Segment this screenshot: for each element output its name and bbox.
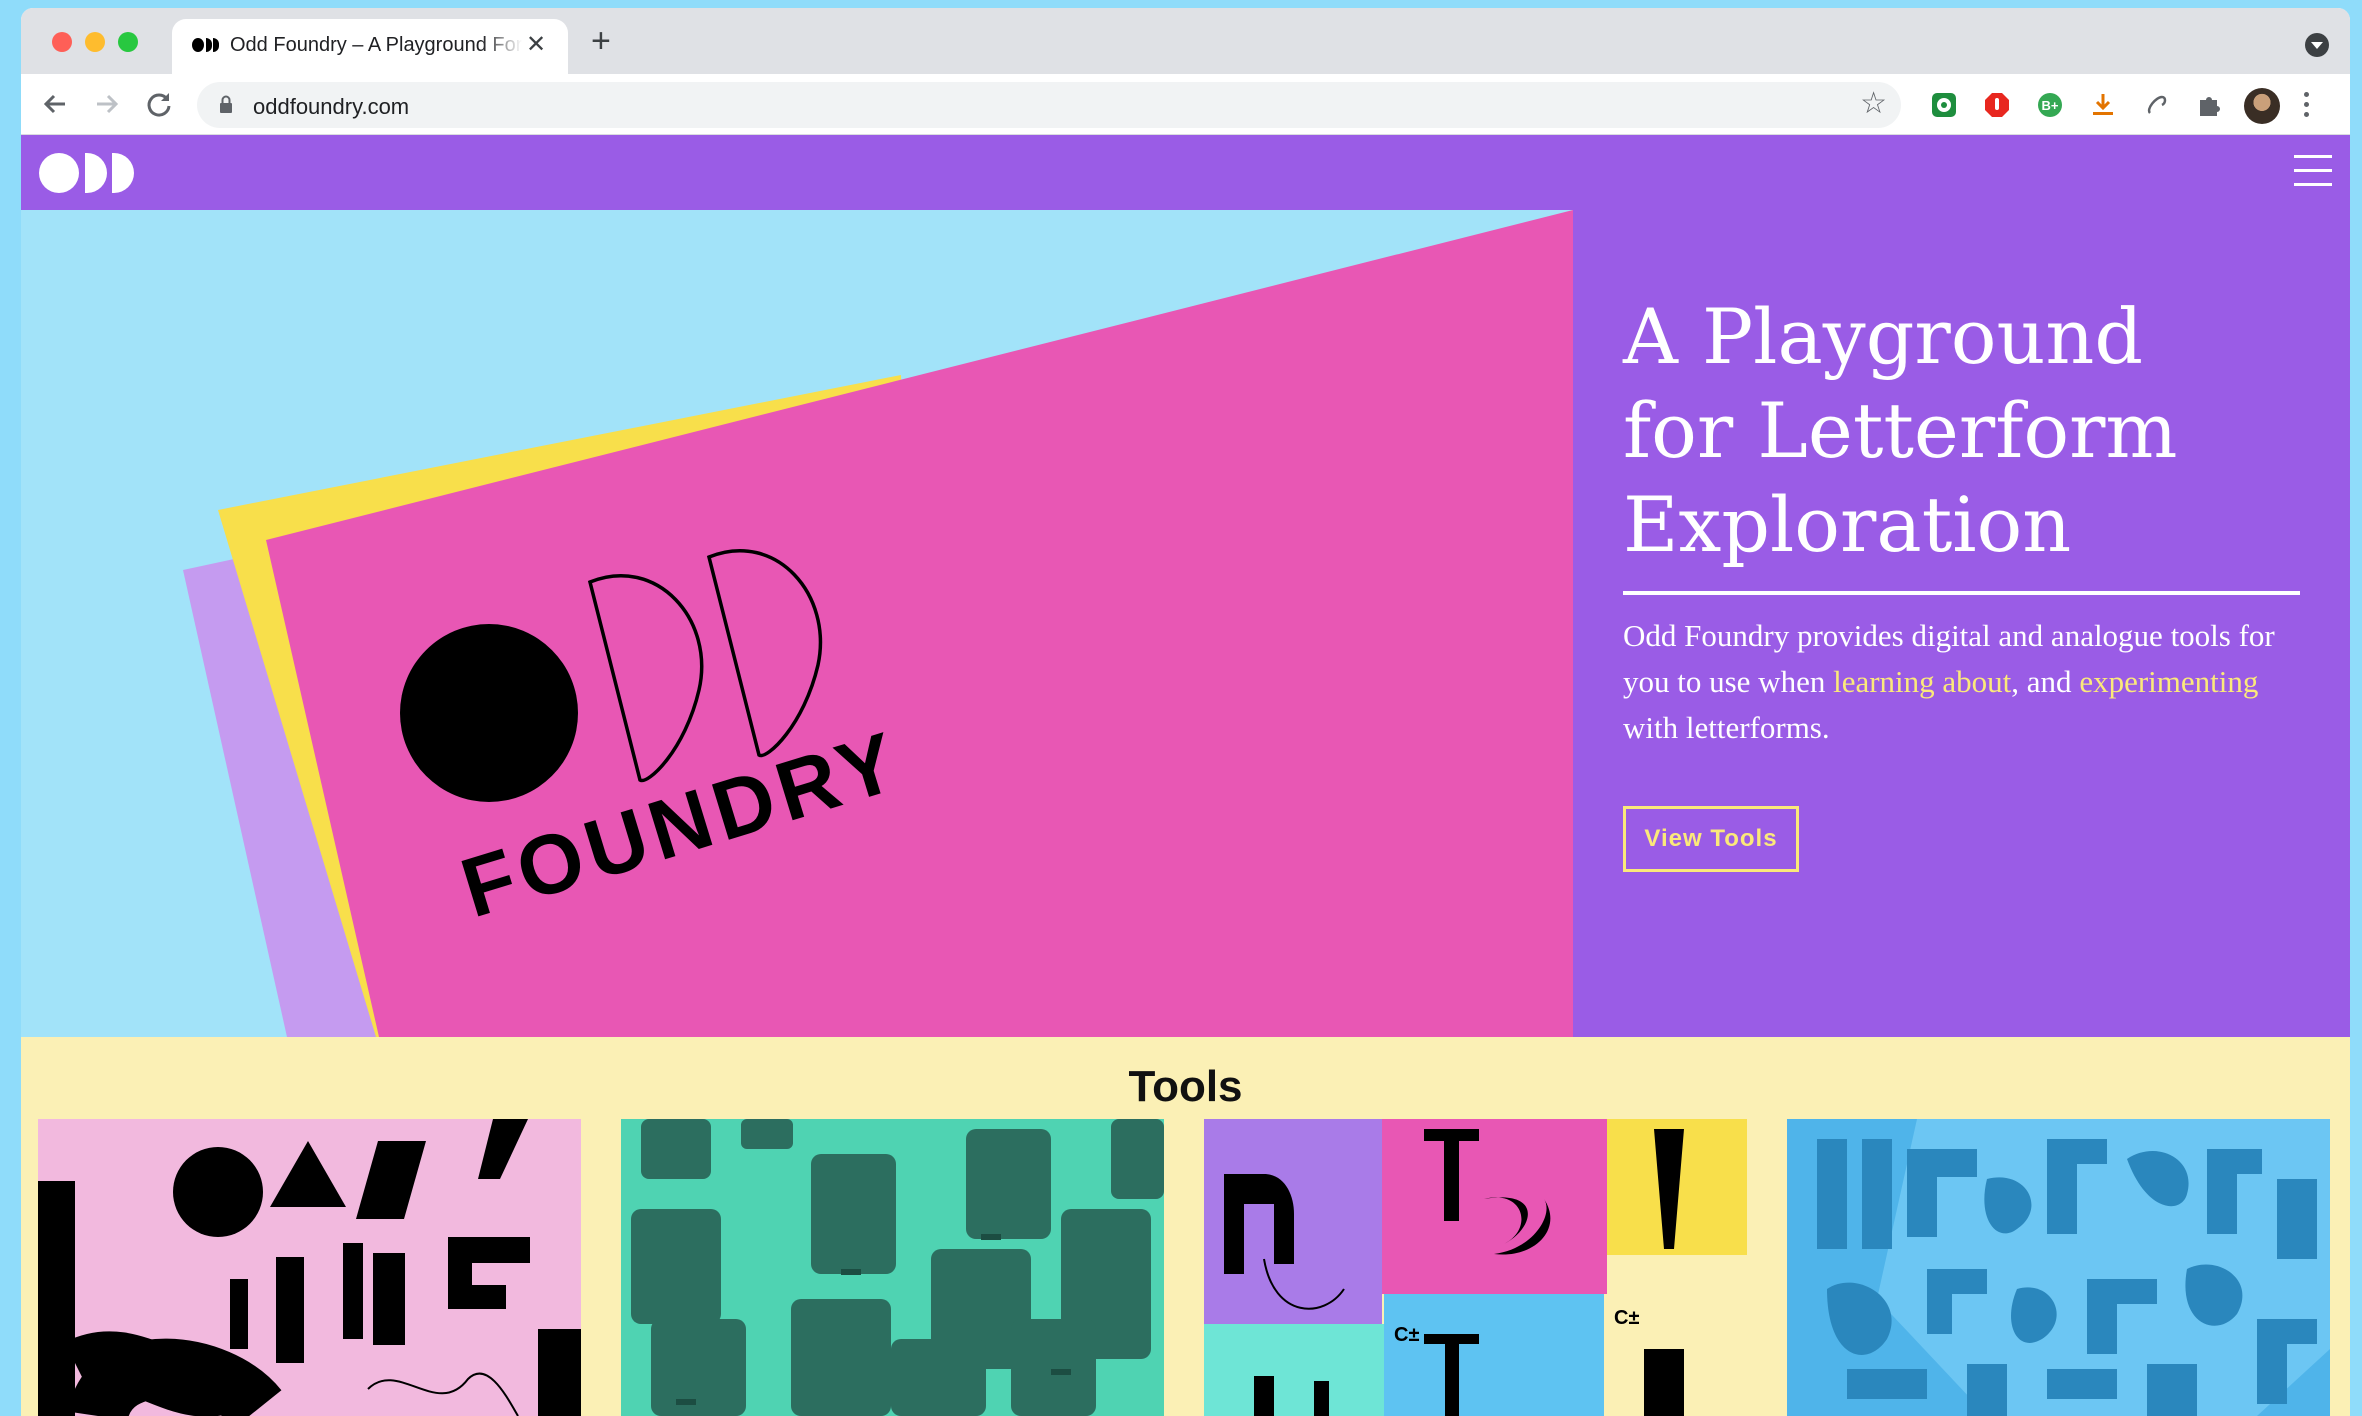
browser-menu-icon[interactable] — [2304, 92, 2310, 118]
browser-tab[interactable]: Odd Foundry – A Playground For Letterfor… — [172, 19, 568, 74]
odd-favicon-icon — [192, 38, 219, 52]
tab-title: Odd Foundry – A Playground For Letterfor… — [230, 34, 522, 57]
hero-title: A Playground for Letterform Exploration — [1623, 290, 2323, 572]
adblock-icon[interactable] — [1983, 91, 2011, 119]
svg-text:B+: B+ — [2042, 98, 2059, 113]
new-tab-button[interactable]: + — [591, 24, 611, 58]
hero-title-line-3: Exploration — [1623, 480, 2072, 569]
tab-search-icon[interactable] — [2305, 33, 2329, 57]
hero-desc-text-3: with letterforms. — [1623, 710, 1830, 745]
hero-title-line-2: for Letterform — [1623, 386, 2178, 475]
hero-title-line-1: A Playground — [1623, 292, 2144, 381]
close-window-button[interactable] — [52, 32, 72, 52]
extension-b-icon[interactable]: B+ — [2036, 91, 2064, 119]
experimenting-link[interactable]: experimenting — [2079, 664, 2258, 699]
tool-card-2-image — [621, 1119, 1164, 1416]
lock-icon — [220, 95, 232, 113]
browser-window: Odd Foundry – A Playground For Letterfor… — [21, 8, 2350, 1416]
profile-avatar[interactable] — [2244, 88, 2280, 124]
tool-card-4[interactable] — [1787, 1119, 2330, 1416]
svg-text:C±: C± — [1394, 1324, 1419, 1346]
view-tools-button[interactable]: View Tools — [1623, 806, 1799, 872]
browser-toolbar: oddfoundry.com ☆ B+ — [21, 74, 2350, 135]
tool-card-3-image: C± C± — [1204, 1119, 1747, 1416]
tools-section: Tools C± C± — [21, 1037, 2350, 1416]
learning-about-link[interactable]: learning about — [1833, 664, 2011, 699]
tool-card-1-image — [38, 1119, 581, 1416]
address-bar[interactable]: oddfoundry.com ☆ — [197, 82, 1901, 128]
back-icon[interactable] — [39, 88, 71, 120]
hero-artwork: FOUNDRY — [21, 210, 1573, 1037]
url-text: oddfoundry.com — [253, 94, 410, 119]
forward-icon[interactable] — [91, 88, 123, 120]
tool-card-2[interactable] — [621, 1119, 1164, 1416]
tool-card-1[interactable] — [38, 1119, 581, 1416]
maximize-window-button[interactable] — [118, 32, 138, 52]
hero-divider — [1623, 591, 2300, 595]
tab-strip: Odd Foundry – A Playground For Letterfor… — [21, 8, 2350, 74]
extension-link-icon[interactable] — [2142, 91, 2170, 119]
tool-card-4-image — [1787, 1119, 2330, 1416]
bookmark-star-icon[interactable]: ☆ — [1860, 89, 1887, 119]
extension-green-icon[interactable] — [1930, 91, 1958, 119]
webpage: FOUNDRY A Playground for Letterform Expl… — [21, 135, 2350, 1416]
site-header — [21, 135, 2350, 210]
download-icon[interactable] — [2089, 91, 2117, 119]
reload-icon[interactable] — [143, 88, 175, 120]
odd-logo[interactable] — [38, 152, 138, 194]
hero-desc-text-2: , and — [2011, 664, 2080, 699]
puzzle-icon[interactable] — [2195, 91, 2223, 119]
hero-description: Odd Foundry provides digital and analogu… — [1623, 613, 2313, 751]
close-tab-icon[interactable]: ✕ — [526, 33, 546, 57]
hamburger-icon[interactable] — [2294, 155, 2332, 189]
hero-section: FOUNDRY A Playground for Letterform Expl… — [21, 210, 2350, 1037]
minimize-window-button[interactable] — [85, 32, 105, 52]
svg-text:C±: C± — [1614, 1307, 1639, 1329]
hero-text-panel: A Playground for Letterform Exploration … — [1573, 210, 2350, 1037]
tools-heading: Tools — [1128, 1062, 1243, 1111]
tool-card-3[interactable]: C± C± — [1204, 1119, 1747, 1416]
